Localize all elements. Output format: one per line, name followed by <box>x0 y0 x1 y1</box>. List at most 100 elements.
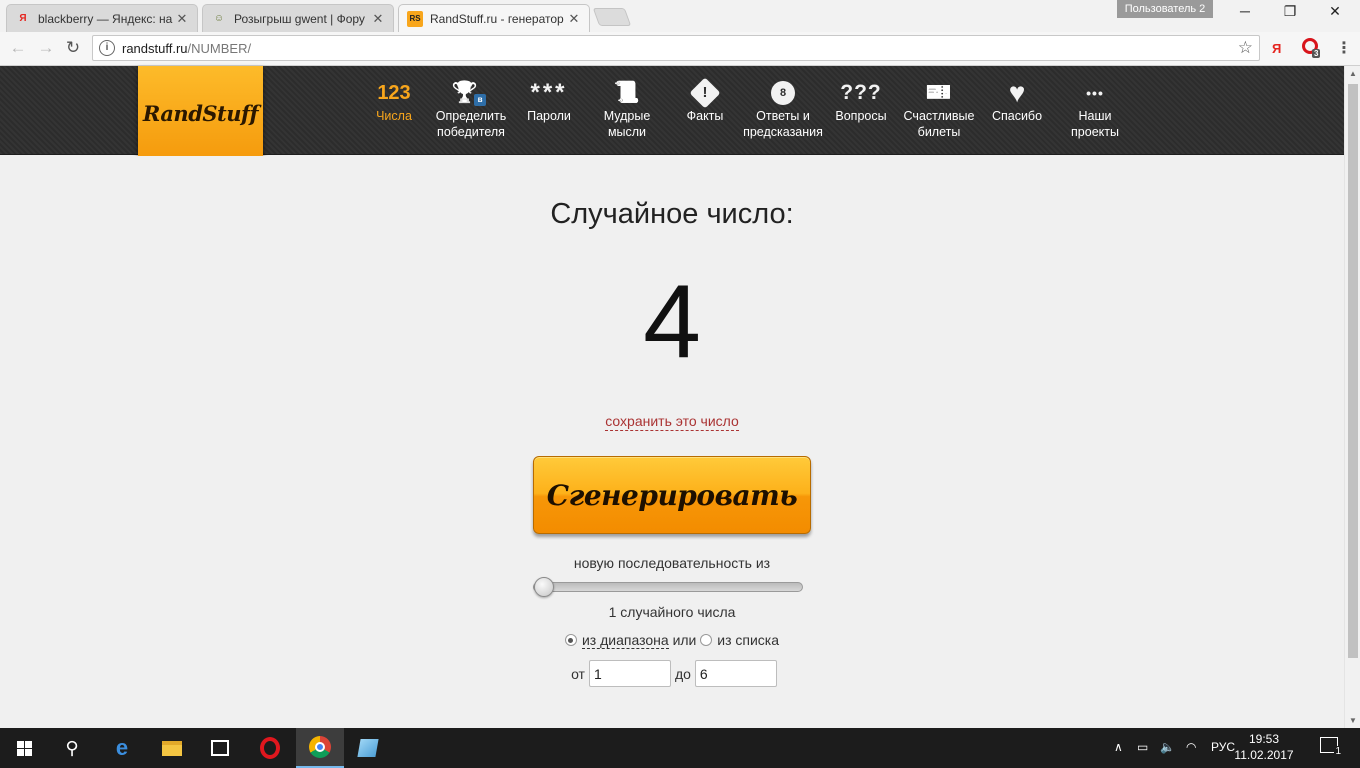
show-hidden-icons-icon[interactable]: ∧ <box>1114 740 1123 754</box>
nav-lucky-tickets[interactable]: 🎫 Счастливые билеты <box>898 78 980 140</box>
battery-icon[interactable]: ▭ <box>1137 740 1148 754</box>
site-info-icon[interactable]: i <box>99 40 115 56</box>
asterisks-icon: *** <box>530 79 568 106</box>
extension-badge: 3 <box>1312 49 1321 58</box>
nav-questions[interactable]: ??? Вопросы <box>820 78 902 124</box>
close-tab-icon[interactable]: ✕ <box>371 11 385 27</box>
forward-arrow-icon[interactable]: → <box>36 38 56 58</box>
mode-or-text: или <box>672 632 697 648</box>
scroll-down-icon[interactable]: ▼ <box>1345 716 1360 725</box>
scrollbar-thumb[interactable] <box>1348 84 1358 658</box>
question-marks-icon: ??? <box>840 81 882 104</box>
yandex-extension-icon[interactable]: Я <box>1272 41 1281 56</box>
url-host: randstuff.ru <box>122 41 188 56</box>
mode-list-label[interactable]: из списка <box>717 632 779 648</box>
edge-browser-icon[interactable]: e <box>98 728 146 768</box>
random-number: 4 <box>643 264 701 380</box>
nav-numbers[interactable]: 123 Числа <box>353 78 435 124</box>
bookmark-star-icon[interactable]: ☆ <box>1238 38 1253 58</box>
site-logo[interactable]: RandStuff <box>138 66 263 160</box>
page-scrollbar[interactable]: ▲ ▼ <box>1344 66 1360 728</box>
back-arrow-icon[interactable]: ← <box>8 38 28 58</box>
nav-label: Мудрые мысли <box>603 109 651 139</box>
restore-icon[interactable]: ❐ <box>1279 3 1301 20</box>
save-number-link[interactable]: сохранить это число <box>605 413 739 431</box>
nav-thanks[interactable]: ♥ Спасибо <box>976 78 1058 124</box>
nav-wise-thoughts[interactable]: 📜 Мудрые мысли <box>586 78 668 140</box>
nav-label: Числа <box>376 109 412 123</box>
count-slider[interactable] <box>533 577 803 597</box>
new-tab-button[interactable] <box>592 8 632 26</box>
yandex-favicon-icon: Я <box>19 13 27 24</box>
opera-extension-icon[interactable]: 3 <box>1302 38 1321 58</box>
close-tab-icon[interactable]: ✕ <box>175 11 189 27</box>
count-label: 1 случайного числа <box>608 604 736 620</box>
browser-tab-gwent[interactable]: ☺ Розыгрыш gwent | Фору ✕ <box>202 4 394 32</box>
nav-our-projects[interactable]: ••• Наши проекты <box>1054 78 1136 140</box>
slider-handle[interactable] <box>534 577 554 597</box>
from-input[interactable] <box>588 660 671 687</box>
ticket-icon: 🎫 <box>925 81 953 104</box>
magic-8-ball-icon: 8 <box>742 78 824 108</box>
browser-tab-yandex[interactable]: Я blackberry — Яндекс: на ✕ <box>6 4 198 32</box>
nav-label: Вопросы <box>835 109 887 123</box>
menu-icon[interactable]: ⋮ <box>1336 38 1352 58</box>
generate-button-label: Сгенерировать <box>546 478 798 512</box>
heart-icon: ♥ <box>1008 77 1026 108</box>
browser-tab-randstuff[interactable]: RS RandStuff.ru - генератор ✕ <box>398 4 590 32</box>
opera-browser-icon[interactable] <box>246 728 294 768</box>
url-text[interactable]: randstuff.ru/NUMBER/ <box>122 41 251 56</box>
nav-answers[interactable]: 8 Ответы и предсказания <box>742 78 824 140</box>
to-input[interactable] <box>694 660 777 687</box>
radio-list[interactable] <box>700 634 713 646</box>
nav-facts[interactable]: ❗ ! Факты <box>664 77 746 124</box>
from-label: от <box>571 665 585 682</box>
system-clock[interactable]: 19:53 11.02.2017 <box>1232 731 1296 763</box>
generate-button[interactable]: Сгенерировать <box>533 456 811 534</box>
address-bar[interactable]: i randstuff.ru/NUMBER/ ☆ <box>92 35 1260 61</box>
user-profile-badge[interactable]: Пользователь 2 <box>1117 0 1213 18</box>
sequence-label: новую последовательность из <box>573 555 771 571</box>
tab-title: Розыгрыш gwent | Фору <box>234 11 365 26</box>
notification-count: 1 <box>1334 746 1342 757</box>
scroll-icon: 📜 <box>613 81 641 104</box>
close-window-icon[interactable]: ✕ <box>1324 3 1346 20</box>
chrome-browser-icon[interactable] <box>296 728 344 768</box>
nav-label: Наши проекты <box>1071 109 1119 139</box>
page-title: Случайное число: <box>550 198 794 230</box>
notes-app-icon[interactable] <box>344 728 392 768</box>
nav-label: Пароли <box>527 109 571 123</box>
nav-passwords[interactable]: *** Пароли <box>508 78 590 124</box>
radio-range[interactable] <box>564 634 577 646</box>
scroll-up-icon[interactable]: ▲ <box>1345 69 1360 78</box>
to-label: до <box>674 665 691 682</box>
file-explorer-icon[interactable] <box>148 728 196 768</box>
search-icon[interactable]: ⚲ <box>48 728 96 768</box>
windows-start-icon[interactable] <box>0 728 48 768</box>
nav-label: Спасибо <box>991 109 1043 123</box>
browser-tab-bar: Я blackberry — Яндекс: на ✕ ☺ Розыгрыш g… <box>0 0 1360 32</box>
url-path: /NUMBER/ <box>187 41 252 56</box>
reload-icon[interactable]: ↻ <box>63 38 83 58</box>
wifi-icon[interactable]: ◠ <box>1186 740 1196 754</box>
main-content: Случайное число: 4 сохранить это число С… <box>0 156 1344 728</box>
store-icon[interactable] <box>196 728 244 768</box>
minimize-icon[interactable]: ─ <box>1234 3 1256 19</box>
nav-label: Определить победителя <box>435 109 507 139</box>
more-dots-icon: ••• <box>1086 85 1104 101</box>
randstuff-favicon-icon: RS <box>407 10 423 27</box>
close-tab-icon[interactable]: ✕ <box>567 11 581 27</box>
notification-center-icon[interactable]: 1 <box>1320 737 1342 757</box>
nav-label: Факты <box>686 109 724 123</box>
mode-selector: из диапазона или из списка <box>0 632 1344 649</box>
volume-icon[interactable]: 🔈 <box>1160 740 1175 754</box>
mode-range-label[interactable]: из диапазона <box>581 632 669 649</box>
save-number-row: сохранить это число <box>0 413 1344 431</box>
browser-toolbar: ← → ↻ i randstuff.ru/NUMBER/ ☆ Я 3 ⋮ <box>0 32 1360 66</box>
nav-winner[interactable]: 🏆 в Определить победителя <box>430 78 512 140</box>
numbers-icon: 123 <box>377 82 411 104</box>
clock-time: 19:53 <box>1248 732 1280 746</box>
gwent-favicon-icon: ☺ <box>213 13 225 24</box>
site-header: 123 Числа 🏆 в Определить победителя *** П… <box>0 66 1344 160</box>
nav-label: Счастливые билеты <box>903 109 975 139</box>
